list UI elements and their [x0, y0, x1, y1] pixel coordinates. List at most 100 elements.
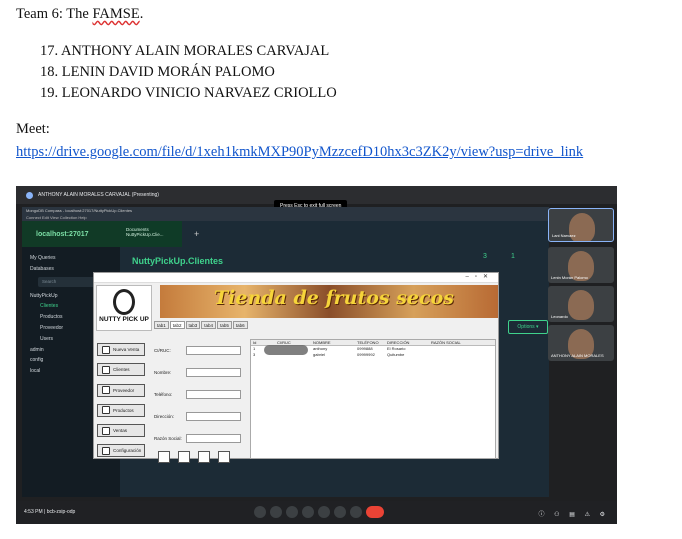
form-row: Nombre:: [154, 361, 241, 383]
logo-text: NUTTY PICK UP: [99, 316, 149, 323]
tab-tab3[interactable]: tab3: [185, 321, 201, 329]
meeting-time: 4:53 PM | bcb-zsip-odp: [24, 509, 76, 515]
participant-name: Lani Narvaez: [552, 233, 576, 238]
gear-icon: [102, 446, 110, 455]
documents-tab[interactable]: Documents NuttyPickUp.Clie...: [120, 221, 182, 247]
name-field[interactable]: [186, 367, 241, 377]
participant-tile[interactable]: Lenin Morán Palomo: [548, 247, 614, 283]
nav-label: Nueva Venta: [113, 347, 140, 352]
form-label: Nombre:: [154, 369, 172, 375]
tab-tab5[interactable]: tab5: [217, 321, 232, 329]
member-item: 19. LEONARDO VINICIO NARVAEZ CRIOLLO: [40, 85, 337, 101]
presenter-avatar-icon: [26, 191, 33, 199]
form-row: CI/RUC:: [154, 339, 241, 361]
app-banner: Tienda de frutos secos: [160, 285, 498, 318]
emoji-icon[interactable]: [302, 506, 314, 518]
stat-value: 3: [483, 253, 487, 260]
presenting-label: ANTHONY ALAIN MORALES CARVAJAL (Presenti…: [38, 192, 159, 198]
nutty-app-window: –▫✕ NUTTY PICK UP Tienda de frutos secos…: [93, 272, 499, 463]
form-row: Dirección:: [154, 405, 241, 427]
clients-table: Id CI/RUC NOMBRE TELÉFONO DIRECCIÓN RAZÓ…: [250, 339, 496, 459]
participant-video: [568, 290, 594, 320]
tab-tab4[interactable]: tab4: [201, 321, 217, 329]
tab-tab1[interactable]: tab1: [154, 321, 169, 329]
collection-stats: 3 1: [472, 253, 526, 260]
client-form: CI/RUC: Nombre: Teléfono: Dirección: Raz…: [154, 339, 241, 449]
stat-value: 1: [511, 253, 515, 260]
form-label: Razón Social:: [154, 435, 182, 441]
tab-tab6[interactable]: tab6: [232, 321, 248, 329]
form-label: Teléfono:: [154, 391, 173, 397]
save-icon[interactable]: [158, 451, 170, 463]
form-label: CI/RUC:: [154, 347, 171, 353]
team-suffix: .: [139, 6, 144, 22]
participant-tile[interactable]: Lani Narvaez: [548, 208, 614, 242]
form-row: Teléfono:: [154, 383, 241, 405]
sales-button[interactable]: Ventas: [97, 424, 145, 438]
settings-button[interactable]: Configuración: [97, 444, 145, 458]
delete-icon[interactable]: [218, 451, 230, 463]
tab-tab2[interactable]: tab2: [169, 321, 185, 329]
team-heading: Team 6: The FAMSE.: [16, 6, 143, 23]
meet-controls-bar: 4:53 PM | bcb-zsip-odp ⓘ ⚇ ▤ ⚠ ⚙: [16, 501, 617, 524]
raise-hand-icon[interactable]: [334, 506, 346, 518]
end-call-icon[interactable]: [366, 506, 384, 518]
app-titlebar: [94, 273, 498, 283]
user-icon: [102, 365, 110, 374]
add-tab-button[interactable]: +: [194, 229, 199, 239]
call-controls: [254, 506, 388, 518]
table-cell: 09999992: [357, 352, 375, 357]
app-nav: Nueva Venta Clientes Proveedor Productos…: [97, 343, 145, 465]
floating-toolbar[interactable]: [264, 345, 308, 355]
collection-title: NuttyPickUp.Clientes: [132, 256, 224, 266]
window-controls[interactable]: –▫✕: [466, 273, 495, 280]
truck-icon: [102, 386, 110, 395]
compass-title: MongoDB Compass - localhost:27017/NuttyP…: [22, 207, 549, 215]
clear-icon[interactable]: [198, 451, 210, 463]
address-field[interactable]: [186, 411, 241, 421]
member-list: 17. ANTHONY ALAIN MORALES CARVAJAL 18. L…: [40, 41, 337, 104]
table-cell: Quitumbe: [387, 352, 405, 357]
new-sale-button[interactable]: Nueva Venta: [97, 343, 145, 356]
column-header[interactable]: NOMBRE: [311, 340, 355, 345]
options-button[interactable]: Options ▾: [508, 320, 548, 334]
tab-line: NuttyPickUp.Clie...: [126, 232, 164, 237]
member-item: 18. LENIN DAVID MORÁN PALOMO: [40, 64, 275, 80]
mic-icon[interactable]: [254, 506, 266, 518]
nut-logo-icon: [113, 289, 135, 315]
supplier-button[interactable]: Proveedor: [97, 383, 145, 397]
cart-icon: [102, 345, 110, 354]
sidebar-item[interactable]: My Queries: [30, 253, 120, 264]
products-button[interactable]: Productos: [97, 403, 145, 417]
phone-field[interactable]: [186, 389, 241, 399]
nav-label: Clientes: [113, 367, 130, 373]
form-actions: [158, 451, 238, 463]
ruc-field[interactable]: [186, 345, 241, 355]
camera-icon[interactable]: [270, 506, 282, 518]
column-header[interactable]: DIRECCIÓN: [385, 340, 429, 345]
captions-icon[interactable]: [286, 506, 298, 518]
business-name-field[interactable]: [186, 433, 241, 443]
clients-button[interactable]: Clientes: [97, 363, 145, 377]
edit-icon[interactable]: [178, 451, 190, 463]
form-label: Dirección:: [154, 413, 175, 419]
connection-label[interactable]: localhost:27017: [22, 221, 120, 247]
team-prefix: Team 6: The: [16, 6, 93, 22]
participant-tile[interactable]: ANTHONY ALAIN MORALES: [548, 325, 614, 361]
banner-text: Tienda de frutos secos: [214, 287, 454, 309]
nav-label: Ventas: [113, 428, 128, 434]
column-header[interactable]: RAZÓN SOCIAL: [429, 340, 489, 345]
participant-name: Lenin Morán Palomo: [551, 275, 588, 280]
drive-link[interactable]: https://drive.google.com/file/d/1xeh1kmk…: [16, 142, 626, 162]
present-icon[interactable]: [318, 506, 330, 518]
side-panel-icons[interactable]: ⓘ ⚇ ▤ ⚠ ⚙: [539, 509, 609, 518]
table-cell: [429, 352, 489, 358]
member-item: 17. ANTHONY ALAIN MORALES CARVAJAL: [40, 43, 330, 59]
team-name: FAMSE: [92, 6, 140, 22]
form-row: Razón Social:: [154, 427, 241, 449]
participant-tile[interactable]: Leonardo: [548, 286, 614, 322]
column-header[interactable]: TELÉFONO: [355, 340, 385, 345]
more-options-icon[interactable]: [350, 506, 362, 518]
nav-label: Productos: [113, 407, 134, 413]
app-tabs: tab1 tab2 tab3 tab4 tab5 tab6: [154, 321, 249, 329]
